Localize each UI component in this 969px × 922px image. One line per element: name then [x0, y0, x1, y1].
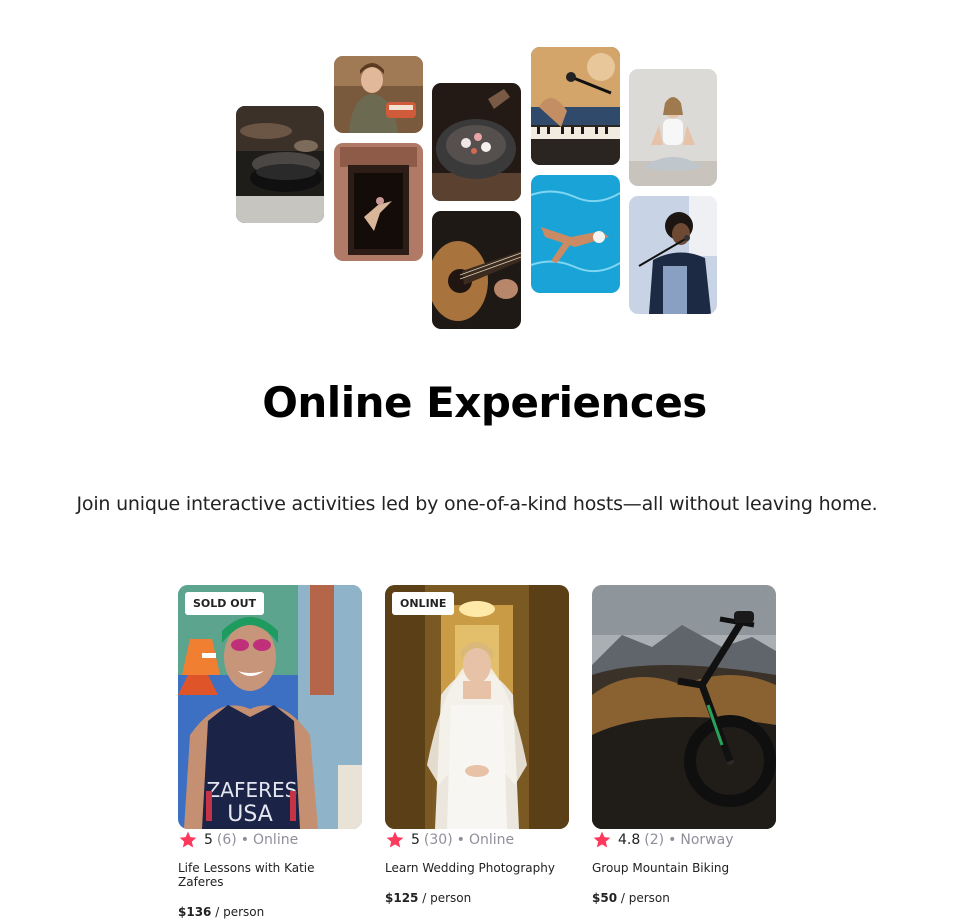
card-title[interactable]: Group Mountain Biking	[592, 861, 776, 875]
card-stats: 5 (30) • Online	[385, 830, 569, 850]
page-title: Online Experiences	[262, 378, 707, 427]
card-price: $50 / person	[592, 891, 776, 905]
baking-woman-photo	[334, 56, 423, 133]
card-price-unit: / person	[418, 891, 472, 905]
experience-card[interactable]: 4.8 (2) • Norway Group Mountain Biking $…	[592, 585, 776, 905]
card-price-unit: / person	[211, 905, 265, 919]
food-bowl-photo	[432, 83, 521, 201]
card-photo-text-zaferes: ZAFERES	[207, 778, 298, 802]
card-title[interactable]: Learn Wedding Photography	[385, 861, 569, 875]
piano-microphone-photo	[531, 47, 620, 165]
card-location: Online	[468, 832, 515, 848]
card-separator: •	[240, 832, 250, 848]
card-price: $125 / person	[385, 891, 569, 905]
card-photo-swimmer: ZAFERES USA SOLD OUT	[178, 585, 362, 829]
card-price: $136 / person	[178, 905, 362, 919]
card-photo-bride: ONLINE	[385, 585, 569, 829]
card-rating: 5	[411, 832, 420, 848]
card-review-count: (30)	[423, 832, 453, 848]
card-separator: •	[456, 832, 465, 848]
card-photo-mountain-bike	[592, 585, 776, 829]
card-title[interactable]: Life Lessons with Katie Zaferes	[178, 861, 362, 889]
card-rating: 4.8	[618, 832, 641, 848]
card-separator: •	[668, 832, 677, 848]
status-badge: ONLINE	[392, 592, 455, 615]
card-review-count: (6)	[216, 832, 237, 848]
star-icon	[178, 830, 198, 850]
experience-card[interactable]: ZAFERES USA SOLD OUT 5 (6) • Online Life…	[178, 585, 362, 919]
star-icon	[385, 830, 405, 850]
swimmer-photo	[531, 175, 620, 293]
star-icon	[592, 830, 612, 850]
cooking-pan-photo	[236, 106, 324, 223]
hero-photo-grid	[0, 0, 969, 340]
card-photo-text-usa: USA	[227, 802, 273, 827]
card-stats: 4.8 (2) • Norway	[592, 830, 776, 850]
guitar-photo	[432, 211, 521, 329]
singer-photo	[629, 196, 717, 314]
card-stats: 5 (6) • Online	[178, 830, 362, 850]
card-review-count: (2)	[644, 832, 665, 848]
card-location: Online	[253, 832, 299, 848]
status-badge: SOLD OUT	[185, 592, 265, 615]
card-price-unit: / person	[617, 891, 670, 905]
card-price-amount: $50	[592, 891, 618, 905]
card-price-amount: $125	[385, 891, 419, 905]
dancer-doorway-photo	[334, 143, 423, 261]
card-rating: 5	[204, 832, 213, 848]
yoga-photo	[629, 69, 717, 186]
card-price-amount: $136	[178, 905, 212, 919]
card-location: Norway	[680, 832, 734, 848]
experience-card[interactable]: ONLINE 5 (30) • Online Learn Wedding Pho…	[385, 585, 569, 905]
page-subtitle: Join unique interactive activities led b…	[76, 493, 878, 515]
